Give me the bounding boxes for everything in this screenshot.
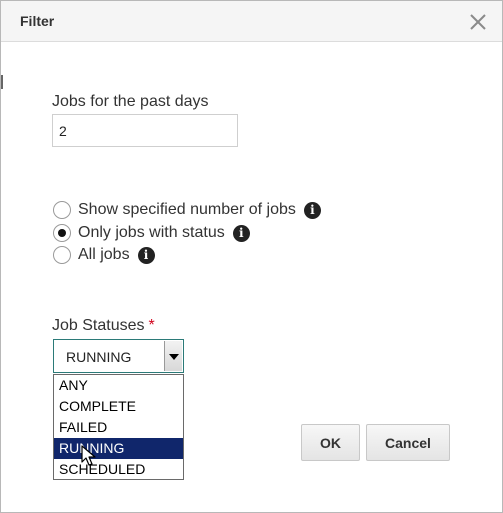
filter-dialog: Filter Jobs for the past days Show speci… (0, 0, 503, 513)
info-icon[interactable]: i (137, 246, 155, 264)
status-dropdown-list: ANY COMPLETE FAILED RUNNING SCHEDULED (53, 374, 184, 480)
radio-button[interactable] (53, 201, 71, 219)
dialog-titlebar: Filter (1, 1, 502, 42)
days-label: Jobs for the past days (52, 93, 209, 110)
cancel-button[interactable]: Cancel (366, 424, 450, 461)
background-edge (1, 75, 3, 89)
ok-button[interactable]: OK (301, 424, 360, 461)
radio-label: Show specified number of jobs (78, 201, 296, 218)
radio-all-jobs[interactable]: All jobs i (53, 245, 155, 265)
status-option-complete[interactable]: COMPLETE (54, 396, 183, 417)
status-option-any[interactable]: ANY (54, 375, 183, 396)
info-icon[interactable]: i (303, 201, 321, 219)
status-option-scheduled[interactable]: SCHEDULED (54, 459, 183, 480)
radio-button[interactable] (53, 246, 71, 264)
status-select-value: RUNNING (66, 349, 132, 365)
mouse-pointer-icon (81, 445, 97, 467)
radio-label: Only jobs with status (78, 224, 225, 241)
days-input[interactable] (52, 114, 238, 147)
status-option-failed[interactable]: FAILED (54, 417, 183, 438)
radio-only-status[interactable]: Only jobs with status i (53, 223, 250, 243)
dialog-title: Filter (20, 13, 55, 29)
radio-label: All jobs (78, 246, 130, 263)
info-icon[interactable]: i (232, 224, 250, 242)
close-icon[interactable] (467, 11, 489, 33)
status-select[interactable]: RUNNING (53, 339, 184, 373)
statuses-label: Job Statuses * (52, 317, 155, 335)
required-mark: * (148, 317, 155, 334)
statuses-label-text: Job Statuses (52, 317, 145, 334)
status-option-running[interactable]: RUNNING (54, 438, 183, 459)
chevron-down-icon[interactable] (164, 341, 182, 371)
radio-show-number[interactable]: Show specified number of jobs i (53, 200, 321, 220)
radio-button[interactable] (53, 224, 71, 242)
